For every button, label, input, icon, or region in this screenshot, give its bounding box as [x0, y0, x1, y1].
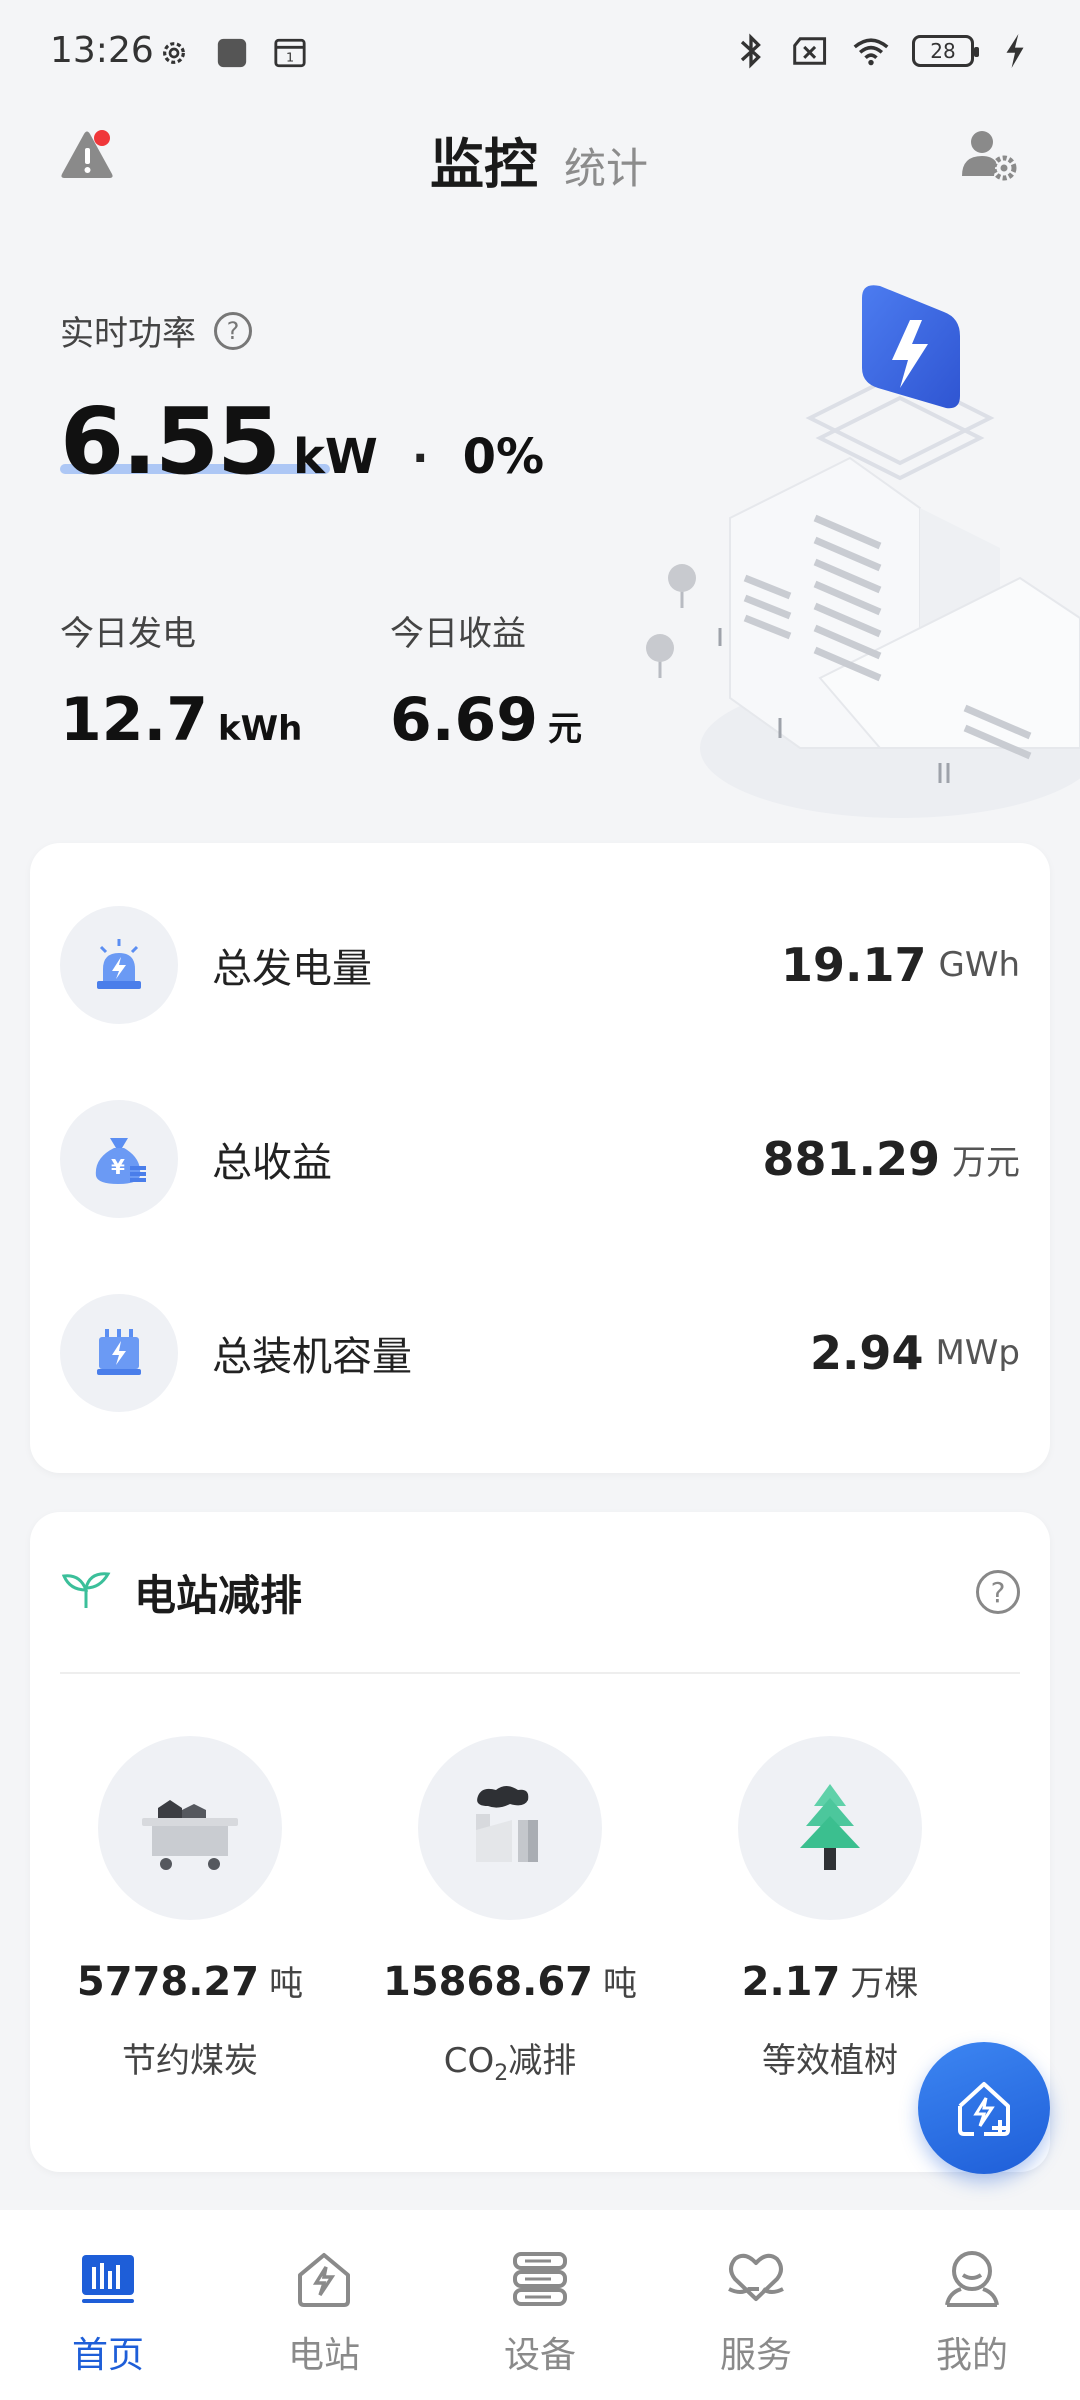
nav-device[interactable]: 设备 — [432, 2210, 648, 2400]
nav-home[interactable]: 首页 — [0, 2210, 216, 2400]
add-station-icon — [958, 2082, 1010, 2136]
total-generation-label: 总发电量 — [212, 946, 372, 992]
co2-reduction-unit: 吨 — [603, 1964, 638, 2004]
trees-planted-value: 2.17 — [741, 1959, 841, 2005]
svg-text:1: 1 — [286, 51, 294, 66]
nav-service-label: 服务 — [719, 2335, 792, 2376]
co2-label-suffix: 减排 — [508, 2041, 577, 2081]
trees-planted: 2.17 万棵 等效植树 — [670, 1736, 990, 2082]
nav-station[interactable]: 电站 — [216, 2210, 432, 2400]
today-income-unit: 元 — [548, 709, 583, 749]
realtime-power-value: 6.55 — [60, 388, 281, 495]
total-generation-value: 19.17 — [780, 938, 927, 992]
nav-station-label: 电站 — [287, 2335, 360, 2376]
tab-monitor[interactable]: 监控 — [430, 120, 538, 199]
power-percent: 0% — [462, 429, 545, 485]
total-generation-row[interactable]: 总发电量 19.17 GWh — [60, 905, 1020, 1025]
emission-header: 电站减排 ? — [60, 1552, 1020, 1632]
co2-reduction-value: 15868.67 — [382, 1959, 594, 2005]
help-icon[interactable]: ? — [214, 311, 252, 350]
user-settings-icon[interactable] — [958, 124, 1020, 184]
help-icon[interactable]: ? — [976, 1570, 1020, 1614]
coal-saved: 5778.27 吨 节约煤炭 — [30, 1736, 350, 2082]
nav-service[interactable]: 服务 — [648, 2210, 864, 2400]
coal-saved-label: 节约煤炭 — [122, 2041, 258, 2081]
calendar-icon: 1 — [271, 34, 309, 72]
sim-x-icon — [792, 32, 830, 70]
nav-home-label: 首页 — [71, 2335, 144, 2376]
nav-tabs: 监控 统计 — [430, 120, 648, 199]
coal-saved-unit: 吨 — [269, 1964, 304, 2004]
alert-triangle-icon[interactable] — [58, 124, 118, 184]
emission-title: 电站减排 — [134, 1570, 303, 1620]
realtime-power-row: 6.55 kW · 0% — [60, 388, 544, 495]
home-chart-icon — [75, 2246, 141, 2312]
total-capacity-label: 总装机容量 — [212, 1334, 412, 1380]
svg-text:¥: ¥ — [111, 1155, 125, 1179]
total-generation-unit: GWh — [938, 945, 1020, 985]
co2-label-prefix: CO — [443, 2041, 495, 2081]
gear-icon — [155, 34, 193, 72]
today-generation-unit: kWh — [218, 709, 303, 749]
co2-reduction-label: CO2减排 — [350, 2033, 670, 2086]
total-capacity-value: 2.94 — [809, 1326, 924, 1380]
tab-statistics[interactable]: 统计 — [564, 135, 648, 196]
today-income: 今日收益 6.69 元 — [390, 606, 582, 755]
alarm-bolt-icon — [60, 906, 178, 1024]
co2-label-subscript: 2 — [494, 2060, 509, 2086]
power-overview: 实时功率 ? 6.55 kW · 0% 今日发电 12.7 kWh 今日收益 6… — [0, 218, 1080, 818]
today-income-label: 今日收益 — [390, 614, 526, 654]
status-time: 13:26 — [50, 30, 154, 71]
top-nav: 监控 统计 — [0, 108, 1080, 218]
co2-reduction: 15868.67 吨 CO2减排 — [350, 1736, 670, 2086]
total-income-value: 881.29 — [762, 1132, 940, 1186]
profile-icon — [939, 2246, 1005, 2312]
today-generation-value: 12.7 — [60, 685, 209, 755]
status-icons-left: 1 — [155, 34, 309, 72]
totals-card: 总发电量 19.17 GWh ¥ 总收益 881.29 万元 总装机容量 2.9… — [30, 843, 1050, 1473]
money-bag-icon: ¥ — [60, 1100, 178, 1218]
station-icon — [291, 2246, 357, 2312]
wifi-icon — [852, 32, 890, 70]
today-generation-label: 今日发电 — [60, 614, 196, 654]
total-income-label: 总收益 — [212, 1140, 332, 1186]
factory-smoke-icon — [418, 1736, 602, 1920]
emission-reduction-card: 电站减排 ? 5778.27 吨 节约煤炭 15868.67 吨 CO2减排 2… — [30, 1512, 1050, 2172]
nav-profile[interactable]: 我的 — [864, 2210, 1080, 2400]
status-icons-right: 28 — [732, 32, 1034, 70]
app-square-icon — [213, 34, 251, 72]
total-income-row[interactable]: ¥ 总收益 881.29 万元 — [60, 1099, 1020, 1219]
total-capacity-row[interactable]: 总装机容量 2.94 MWp — [60, 1293, 1020, 1413]
realtime-power-label: 实时功率 — [60, 314, 196, 354]
capacity-box-icon — [60, 1294, 178, 1412]
charging-bolt-icon — [996, 32, 1034, 70]
battery-icon: 28 — [912, 35, 979, 67]
separator-dot: · — [411, 433, 429, 484]
tree-icon — [738, 1736, 922, 1920]
nav-profile-label: 我的 — [935, 2335, 1008, 2376]
realtime-power-unit: kW — [293, 429, 378, 485]
bluetooth-icon — [732, 32, 770, 70]
add-station-fab[interactable] — [918, 2042, 1050, 2174]
trees-planted-unit: 万棵 — [850, 1964, 919, 2004]
total-capacity-unit: MWp — [935, 1333, 1020, 1373]
total-income-unit: 万元 — [952, 1142, 1020, 1183]
nav-device-label: 设备 — [503, 2335, 576, 2376]
service-heart-icon — [723, 2246, 789, 2312]
device-icon — [507, 2246, 573, 2312]
solar-building-illustration — [640, 278, 1080, 838]
coal-cart-icon — [98, 1736, 282, 1920]
today-income-value: 6.69 — [390, 685, 539, 755]
bottom-nav: 首页 电站 设备 服务 我的 — [0, 2210, 1080, 2400]
today-generation: 今日发电 12.7 kWh — [60, 606, 302, 755]
divider — [60, 1672, 1020, 1674]
sprout-icon — [60, 1568, 112, 1616]
status-bar: 13:26 1 28 — [0, 0, 1080, 108]
realtime-power-label-row: 实时功率 ? — [60, 306, 252, 355]
coal-saved-value: 5778.27 — [76, 1959, 260, 2005]
